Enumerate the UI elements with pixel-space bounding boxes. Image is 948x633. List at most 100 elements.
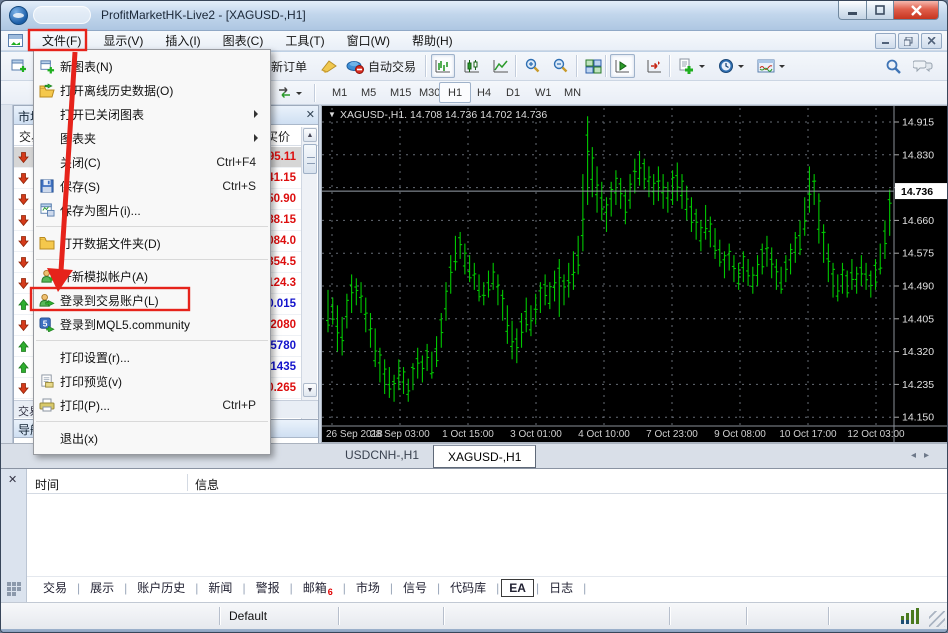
publish-icon[interactable] <box>316 54 342 78</box>
autotrading-button[interactable]: 自动交易 <box>342 54 420 78</box>
menubar-item[interactable]: 工具(T) <box>274 30 335 51</box>
minimize-button[interactable] <box>838 1 867 20</box>
terminal-tab-警报[interactable]: 警报 <box>248 577 288 598</box>
menubar-item[interactable]: 文件(F) <box>31 30 92 51</box>
timeframe-button-mn[interactable]: MN <box>555 82 590 103</box>
periods-clock-icon[interactable] <box>714 54 748 78</box>
file-menu-item[interactable]: 保存为图片(i)... <box>34 198 270 222</box>
file-menu-item[interactable]: 保存(S)Ctrl+S <box>34 174 270 198</box>
scroll-up-icon[interactable]: ▲ <box>303 128 317 142</box>
mdi-minimize-button[interactable] <box>875 33 896 49</box>
column-time[interactable]: 时间 <box>35 476 59 493</box>
terminal-tab-邮箱[interactable]: 邮箱6 <box>295 577 341 599</box>
chart-tab-xagusdh1[interactable]: XAGUSD-,H1 <box>433 445 536 468</box>
mdi-restore-button[interactable] <box>898 33 919 49</box>
menu-item-label: 打印设置(r)... <box>60 349 270 366</box>
file-menu-item[interactable]: 打开数据文件夹(D) <box>34 231 270 255</box>
timeframe-button-h1[interactable]: H1 <box>439 82 471 103</box>
dock-grip <box>1 105 13 468</box>
candlestick-icon[interactable] <box>460 54 484 78</box>
autotrading-label: 自动交易 <box>368 58 416 75</box>
close-button[interactable] <box>893 1 939 20</box>
terminal-header: 时间 信息 <box>27 472 947 494</box>
auto-scroll-icon[interactable] <box>642 54 667 78</box>
timeframe-button-h4[interactable]: H4 <box>468 82 500 103</box>
file-menu-item[interactable]: 打印预览(v) <box>34 369 270 393</box>
new-chart-toolbar-icon[interactable] <box>7 54 31 78</box>
file-menu-item[interactable]: 打印设置(r)... <box>34 345 270 369</box>
add-indicator-icon[interactable] <box>674 54 709 78</box>
chart-window-icon[interactable] <box>8 34 23 47</box>
file-menu-item[interactable]: 开新模拟帐户(A) <box>34 264 270 288</box>
time-axis-label: 10 Oct 17:00 <box>779 429 837 440</box>
menu-bar: 文件(F)显示(V)插入(I)图表(C)工具(T)窗口(W)帮助(H) <box>1 31 947 51</box>
file-menu-item[interactable]: 5登录到MQL5.community <box>34 312 270 336</box>
menu-item-label: 保存(S) <box>60 178 222 195</box>
chart-tabs-scroll-arrows[interactable]: ◂▸ <box>911 450 937 461</box>
file-menu-item[interactable]: 退出(x) <box>34 426 270 450</box>
terminal-tab-信号[interactable]: 信号 <box>395 577 435 598</box>
scroll-thumb[interactable] <box>303 144 317 174</box>
price-axis-label: 14.405 <box>902 313 934 325</box>
file-menu-item[interactable]: 关闭(C)Ctrl+F4 <box>34 150 270 174</box>
file-menu-item[interactable]: 新图表(N) <box>34 54 270 78</box>
scroll-to-end-icon[interactable] <box>610 54 635 78</box>
terminal-tab-日志[interactable]: 日志 <box>541 577 581 598</box>
menubar-item[interactable]: 窗口(W) <box>336 30 401 51</box>
tab-divider: | <box>195 581 198 595</box>
price-axis-label: 14.150 <box>902 412 934 424</box>
terminal-tab-新闻[interactable]: 新闻 <box>200 577 240 598</box>
svg-text:5: 5 <box>43 318 48 328</box>
menubar-item[interactable]: 帮助(H) <box>401 30 464 51</box>
trend-up-icon <box>17 340 33 353</box>
timeframe-button-d1[interactable]: D1 <box>497 82 529 103</box>
tile-windows-icon[interactable] <box>581 54 606 78</box>
terminal-tab-账户历史[interactable]: 账户历史 <box>129 577 193 598</box>
menubar-item[interactable]: 图表(C) <box>212 30 275 51</box>
menu-item-login-trade-account[interactable]: 登录到交易账户(L) <box>34 288 270 312</box>
profile-name[interactable]: Default <box>229 609 267 623</box>
file-menu-item[interactable]: 打印(P)...Ctrl+P <box>34 393 270 417</box>
style-dropdown-arrow[interactable] <box>296 92 302 98</box>
line-chart-icon[interactable] <box>489 54 513 78</box>
terminal-tab-交易[interactable]: 交易 <box>35 577 75 598</box>
file-menu-item[interactable]: 图表夹 <box>34 126 270 150</box>
terminal-tab-代码库[interactable]: 代码库 <box>442 577 494 598</box>
templates-dropdown-arrow[interactable] <box>779 65 785 71</box>
connection-status-icon <box>901 608 919 624</box>
bar-chart-icon[interactable] <box>431 54 455 78</box>
restore-button[interactable] <box>866 1 894 20</box>
file-menu-item[interactable]: 打开离线历史数据(O) <box>34 78 270 102</box>
search-icon[interactable] <box>881 54 906 78</box>
chart-tab-usdcnhh1[interactable]: USDCNH-,H1 <box>331 444 433 468</box>
scroll-down-icon[interactable]: ▼ <box>303 383 317 397</box>
chat-icon[interactable] <box>909 54 937 78</box>
menubar-item[interactable]: 显示(V) <box>92 30 154 51</box>
mdi-close-button[interactable] <box>921 33 942 49</box>
menubar-item[interactable]: 插入(I) <box>154 30 211 51</box>
menu-separator <box>36 259 268 260</box>
chart-collapse-icon[interactable]: ▼ <box>328 110 336 119</box>
file-menu-item[interactable]: 打开已关闭图表 <box>34 102 270 126</box>
templates-icon[interactable] <box>753 54 789 78</box>
periods-dropdown-arrow[interactable] <box>738 65 744 71</box>
bid-price: 5780 <box>270 340 296 352</box>
tab-divider: | <box>124 581 127 595</box>
tab-divider: | <box>242 581 245 595</box>
terminal-tab-ea[interactable]: EA <box>501 579 534 597</box>
indicator-dropdown-arrow[interactable] <box>699 65 705 71</box>
menu-item-label: 图表夹 <box>60 130 270 147</box>
resize-grip[interactable] <box>929 611 945 627</box>
new-order-label: 新订单 <box>271 58 307 75</box>
price-axis-label: 14.320 <box>902 346 934 358</box>
zoom-out-icon[interactable] <box>548 54 573 78</box>
market-watch-close-icon[interactable]: ✕ <box>306 108 315 121</box>
print-icon <box>34 398 60 412</box>
tick-style-icon[interactable] <box>273 82 306 103</box>
terminal-tab-市场[interactable]: 市场 <box>348 577 388 598</box>
terminal-close-icon[interactable]: ✕ <box>8 473 17 486</box>
zoom-in-icon[interactable] <box>520 54 545 78</box>
tab-divider: | <box>343 581 346 595</box>
column-message[interactable]: 信息 <box>195 476 219 493</box>
terminal-tab-展示[interactable]: 展示 <box>82 577 122 598</box>
